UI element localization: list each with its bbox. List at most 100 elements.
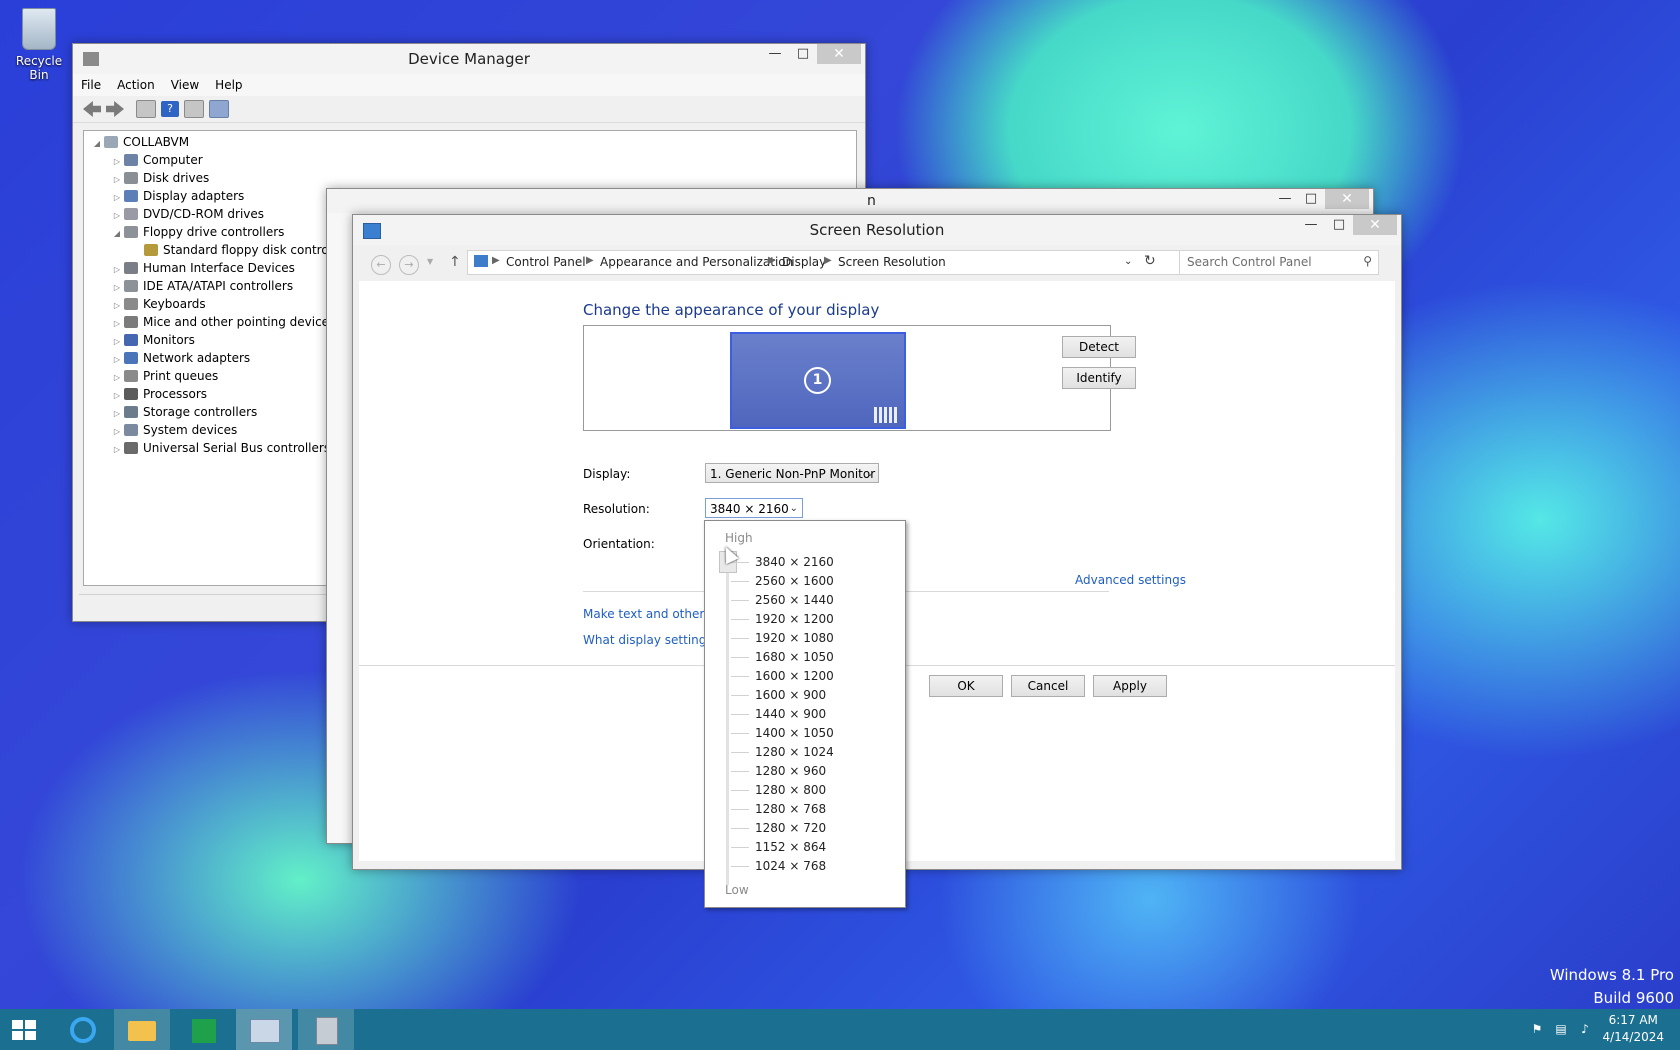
tree-item[interactable]: ▷ Computer: [110, 151, 203, 169]
bg-maximize-button[interactable]: □: [1297, 189, 1325, 209]
device-category-icon: [124, 280, 138, 292]
menu-file[interactable]: File: [81, 78, 101, 92]
search-icon[interactable]: ⚲: [1363, 254, 1372, 268]
device-manager-titlebar[interactable]: Device Manager — □ ✕: [73, 44, 865, 74]
properties-icon[interactable]: [136, 100, 156, 118]
resolution-option[interactable]: 1280 × 960: [755, 762, 826, 780]
back-button[interactable]: ←: [371, 255, 391, 275]
resolution-option[interactable]: 1600 × 1200: [755, 667, 834, 685]
search-input[interactable]: Search Control Panel ⚲: [1179, 250, 1379, 275]
resolution-slider-track[interactable]: [726, 557, 729, 885]
background-window-titlebar[interactable]: n — □ ✕: [327, 189, 1373, 213]
breadcrumb[interactable]: ▶ Control Panel ▶ Appearance and Persona…: [467, 250, 1193, 275]
close-button[interactable]: ✕: [817, 44, 861, 64]
sr-minimize-button[interactable]: —: [1297, 215, 1325, 235]
maximize-button[interactable]: □: [789, 44, 817, 64]
tree-item[interactable]: ▷ DVD/CD-ROM drives: [110, 205, 264, 223]
menu-action[interactable]: Action: [117, 78, 155, 92]
tree-item[interactable]: ▷ System devices: [110, 421, 237, 439]
detect-button[interactable]: Detect: [1062, 336, 1136, 358]
tree-item[interactable]: ▷ Print queues: [110, 367, 218, 385]
address-dropdown-icon[interactable]: ⌄: [1124, 256, 1132, 267]
bg-close-button[interactable]: ✕: [1325, 189, 1369, 209]
resolution-select[interactable]: 3840 × 2160 ⌄: [705, 498, 803, 518]
tree-item[interactable]: ▷ Universal Serial Bus controllers: [110, 439, 330, 457]
sr-maximize-button[interactable]: □: [1325, 215, 1353, 235]
tree-item[interactable]: ▷ Disk drives: [110, 169, 209, 187]
resolution-option[interactable]: 1920 × 1200: [755, 610, 834, 628]
breadcrumb-appearance[interactable]: Appearance and Personalization: [600, 255, 793, 269]
resolution-option[interactable]: 1024 × 768: [755, 857, 826, 875]
tree-child-item[interactable]: Standard floppy disk controller: [144, 241, 348, 259]
resolution-option[interactable]: 3840 × 2160: [755, 553, 834, 571]
breadcrumb-screen-resolution[interactable]: Screen Resolution: [838, 255, 946, 269]
tree-item[interactable]: ▷ Storage controllers: [110, 403, 257, 421]
volume-muted-icon[interactable]: ♪: [1578, 1022, 1592, 1036]
resolution-option[interactable]: 1920 × 1080: [755, 629, 834, 647]
screen-resolution-titlebar[interactable]: Screen Resolution — □ ✕: [353, 215, 1401, 245]
cancel-button[interactable]: Cancel: [1011, 675, 1085, 697]
text-size-link[interactable]: Make text and other: [583, 607, 704, 621]
tree-item[interactable]: ◢ Floppy drive controllers: [110, 223, 285, 243]
resolution-option[interactable]: 2560 × 1440: [755, 591, 834, 609]
recycle-bin[interactable]: Recycle Bin: [8, 8, 70, 82]
view-icon[interactable]: [184, 100, 204, 118]
breadcrumb-display[interactable]: Display: [782, 255, 826, 269]
tree-item[interactable]: ▷ Display adapters: [110, 187, 244, 205]
identify-button[interactable]: Identify: [1062, 367, 1136, 389]
start-button[interactable]: [0, 1009, 56, 1050]
collapse-arrow-icon[interactable]: ◢: [90, 135, 104, 153]
display-select[interactable]: 1. Generic Non-PnP Monitor ⌄: [705, 463, 879, 483]
recent-pages-icon[interactable]: ▼: [427, 257, 433, 266]
forward-arrow-icon[interactable]: [106, 101, 124, 117]
resolution-option[interactable]: 1400 × 1050: [755, 724, 834, 742]
device-category-icon: [124, 172, 138, 184]
taskbar-store[interactable]: [176, 1009, 232, 1050]
help-icon[interactable]: ?: [161, 101, 179, 117]
action-center-flag-icon[interactable]: ⚑: [1530, 1022, 1544, 1036]
monitor-1-thumbnail[interactable]: 1: [730, 332, 906, 429]
tree-root[interactable]: ◢ COLLABVM: [90, 133, 189, 151]
scan-hardware-icon[interactable]: [209, 100, 229, 118]
tree-item[interactable]: ▷ Mice and other pointing devices: [110, 313, 335, 331]
menu-help[interactable]: Help: [215, 78, 242, 92]
advanced-settings-link[interactable]: Advanced settings: [1075, 573, 1186, 587]
resolution-option[interactable]: 1280 × 768: [755, 800, 826, 818]
resolution-option[interactable]: 1280 × 720: [755, 819, 826, 837]
resolution-option[interactable]: 1152 × 864: [755, 838, 826, 856]
bg-minimize-button[interactable]: —: [1271, 189, 1299, 209]
tree-item[interactable]: ▷ Network adapters: [110, 349, 250, 367]
ok-button[interactable]: OK: [929, 675, 1003, 697]
tree-item[interactable]: ▷ Human Interface Devices: [110, 259, 295, 277]
forward-button[interactable]: →: [399, 255, 419, 275]
tree-item[interactable]: ▷ IDE ATA/ATAPI controllers: [110, 277, 293, 295]
network-icon[interactable]: ▤: [1554, 1022, 1568, 1036]
resolution-option[interactable]: 1280 × 800: [755, 781, 826, 799]
resolution-option[interactable]: 1280 × 1024: [755, 743, 834, 761]
taskbar-internet-explorer[interactable]: [56, 1009, 112, 1050]
taskbar-control-panel[interactable]: [298, 1009, 354, 1050]
expand-arrow-icon[interactable]: ▷: [110, 441, 124, 459]
display-settings-help-link[interactable]: What display setting: [583, 633, 706, 647]
sr-close-button[interactable]: ✕: [1353, 215, 1397, 235]
device-category-icon: [124, 442, 138, 454]
collapse-arrow-icon[interactable]: ◢: [110, 225, 124, 243]
resolution-option[interactable]: 1440 × 900: [755, 705, 826, 723]
tree-item[interactable]: ▷ Processors: [110, 385, 207, 403]
tree-item[interactable]: ▷ Monitors: [110, 331, 195, 349]
refresh-icon[interactable]: ↻: [1144, 253, 1156, 269]
device-category-icon: [124, 406, 138, 418]
minimize-button[interactable]: —: [761, 44, 789, 64]
system-clock[interactable]: 6:17 AM 4/14/2024: [1602, 1012, 1664, 1046]
taskbar-file-explorer[interactable]: [114, 1009, 170, 1050]
taskbar-device-manager[interactable]: [236, 1009, 292, 1050]
resolution-option[interactable]: 2560 × 1600: [755, 572, 834, 590]
tree-item[interactable]: ▷ Keyboards: [110, 295, 206, 313]
resolution-option[interactable]: 1680 × 1050: [755, 648, 834, 666]
breadcrumb-control-panel[interactable]: Control Panel: [506, 255, 586, 269]
apply-button[interactable]: Apply: [1093, 675, 1167, 697]
menu-view[interactable]: View: [171, 78, 199, 92]
back-arrow-icon[interactable]: [83, 101, 101, 117]
resolution-option[interactable]: 1600 × 900: [755, 686, 826, 704]
up-arrow-icon[interactable]: ↑: [449, 254, 461, 270]
